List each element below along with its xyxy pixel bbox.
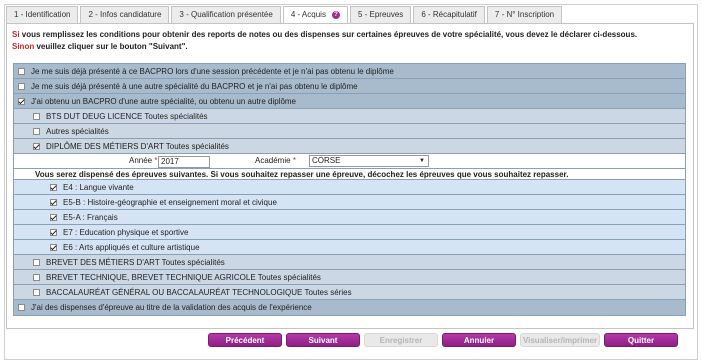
annee-label: Année *: [129, 156, 158, 165]
quitter-button[interactable]: Quitter: [604, 333, 678, 347]
checkbox-checked[interactable]: [50, 198, 57, 206]
checkbox[interactable]: [18, 67, 25, 75]
academie-value: CORSE: [312, 156, 341, 165]
academie-label-text: Académie: [255, 156, 291, 165]
checkbox-checked[interactable]: [50, 213, 57, 221]
annee-label-text: Année: [129, 156, 153, 165]
diplome-autres[interactable]: Autres spécialités: [14, 124, 685, 139]
diplome-label: DIPLÔME DES MÉTIERS D'ART Toutes spécial…: [46, 141, 229, 151]
checkbox[interactable]: [33, 112, 40, 120]
diplome-bts[interactable]: BTS DUT DEUG LICENCE Toutes spécialités: [14, 109, 685, 124]
option-label: Je me suis déjà présenté à une autre spé…: [31, 81, 358, 91]
tab-recapitulatif[interactable]: 6 - Récapitulatif: [413, 6, 485, 23]
dropdown-arrow-icon: ▼: [419, 158, 425, 164]
tab-identification[interactable]: 1 - Identification: [6, 6, 79, 23]
tab-acquis-label: 4 - Acquis: [290, 10, 326, 19]
checkbox[interactable]: [33, 288, 40, 296]
checkbox-checked[interactable]: [50, 183, 57, 191]
epreuve-label: E5-B : Histoire-géographie et enseigneme…: [63, 197, 277, 207]
intro-line1: vous remplissez les conditions pour obte…: [19, 30, 638, 39]
checkbox[interactable]: [18, 304, 25, 311]
epreuve-label: E6 : Arts appliqués et culture artistiqu…: [63, 242, 200, 252]
annuler-button[interactable]: Annuler: [442, 333, 516, 347]
option-autre-diplome[interactable]: J'ai obtenu un BACPRO d'une autre spécia…: [14, 94, 685, 109]
academie-select[interactable]: CORSE ▼: [309, 155, 429, 167]
epreuve-e4[interactable]: E4 : Langue vivante: [14, 180, 685, 195]
intro-si: Si: [12, 30, 20, 39]
epreuve-label: E5-A : Français: [63, 212, 118, 222]
epreuve-label: E4 : Langue vivante: [63, 182, 134, 192]
tab-qualification[interactable]: 3 - Qualification présentée: [171, 6, 281, 23]
diplome-label: BACCALAURÉAT GÉNÉRAL OU BACCALAURÉAT TEC…: [46, 287, 352, 297]
acquis-options: Je me suis déjà présenté à ce BACPRO lor…: [13, 63, 686, 316]
diplome-label: BREVET DES MÉTIERS D'ART Toutes spéciali…: [46, 257, 225, 267]
checkbox[interactable]: [33, 258, 40, 266]
info-icon[interactable]: ?: [331, 10, 340, 19]
button-bar: Précédent Suivant Enregistrer Annuler Vi…: [208, 333, 682, 347]
annee-input[interactable]: 2017: [158, 156, 210, 168]
tab-bar: 1 - Identification 2 - Infos candidature…: [6, 6, 564, 24]
option-session-precedente[interactable]: Je me suis déjà présenté à ce BACPRO lor…: [14, 64, 685, 79]
diplome-bma[interactable]: BREVET DES MÉTIERS D'ART Toutes spéciali…: [14, 255, 685, 270]
required-mark: *: [292, 156, 296, 165]
visualiser-imprimer-button[interactable]: Visualiser/imprimer: [520, 333, 600, 347]
diplome-label: BREVET TECHNIQUE, BREVET TECHNIQUE AGRIC…: [46, 272, 321, 282]
option-autre-specialite[interactable]: Je me suis déjà présenté à une autre spé…: [14, 79, 685, 94]
tab-acquis[interactable]: 4 - Acquis?: [282, 6, 348, 24]
tab-inscription[interactable]: 7 - N° Inscription: [486, 6, 563, 23]
option-vae[interactable]: J'ai des dispenses d'épreuve au titre de…: [14, 300, 685, 315]
suivant-button[interactable]: Suivant: [286, 333, 360, 347]
epreuve-e5b[interactable]: E5-B : Histoire-géographie et enseigneme…: [14, 195, 685, 210]
intro-text: Si vous remplissez les conditions pour o…: [12, 29, 637, 53]
epreuve-e7[interactable]: E7 : Education physique et sportive: [14, 225, 685, 240]
checkbox[interactable]: [18, 82, 25, 90]
diplome-dma[interactable]: DIPLÔME DES MÉTIERS D'ART Toutes spécial…: [14, 139, 685, 154]
tab-infos-candidature[interactable]: 2 - Infos candidature: [80, 6, 170, 23]
epreuve-label: E7 : Education physique et sportive: [63, 227, 189, 237]
option-label: J'ai des dispenses d'épreuve au titre de…: [31, 303, 312, 312]
academie-label: Académie *: [255, 156, 296, 165]
checkbox-checked[interactable]: [18, 97, 25, 105]
annee-academie-row: Année * 2017 Académie * CORSE ▼: [14, 154, 685, 169]
dispense-notice: Vous serez dispensé des épreuves suivant…: [14, 169, 685, 180]
diplome-bta[interactable]: BREVET TECHNIQUE, BREVET TECHNIQUE AGRIC…: [14, 270, 685, 285]
option-label: J'ai obtenu un BACPRO d'une autre spécia…: [31, 96, 297, 106]
option-label: Je me suis déjà présenté à ce BACPRO lor…: [31, 66, 394, 76]
epreuve-e6[interactable]: E6 : Arts appliqués et culture artistiqu…: [14, 240, 685, 255]
checkbox[interactable]: [33, 127, 40, 135]
diplome-bac[interactable]: BACCALAURÉAT GÉNÉRAL OU BACCALAURÉAT TEC…: [14, 285, 685, 300]
diplome-label: BTS DUT DEUG LICENCE Toutes spécialités: [46, 111, 208, 121]
enregistrer-button[interactable]: Enregistrer: [364, 333, 438, 347]
checkbox-checked[interactable]: [50, 228, 57, 236]
checkbox-checked[interactable]: [50, 243, 57, 251]
intro-line2: veuillez cliquer sur le bouton "Suivant"…: [34, 42, 188, 51]
tab-epreuves[interactable]: 5 - Epreuves: [349, 6, 412, 23]
epreuve-e5a[interactable]: E5-A : Français: [14, 210, 685, 225]
intro-sinon: Sinon: [12, 42, 35, 51]
precedent-button[interactable]: Précédent: [208, 333, 282, 347]
checkbox-checked[interactable]: [33, 142, 40, 150]
checkbox[interactable]: [33, 273, 40, 281]
diplome-label: Autres spécialités: [46, 126, 109, 136]
